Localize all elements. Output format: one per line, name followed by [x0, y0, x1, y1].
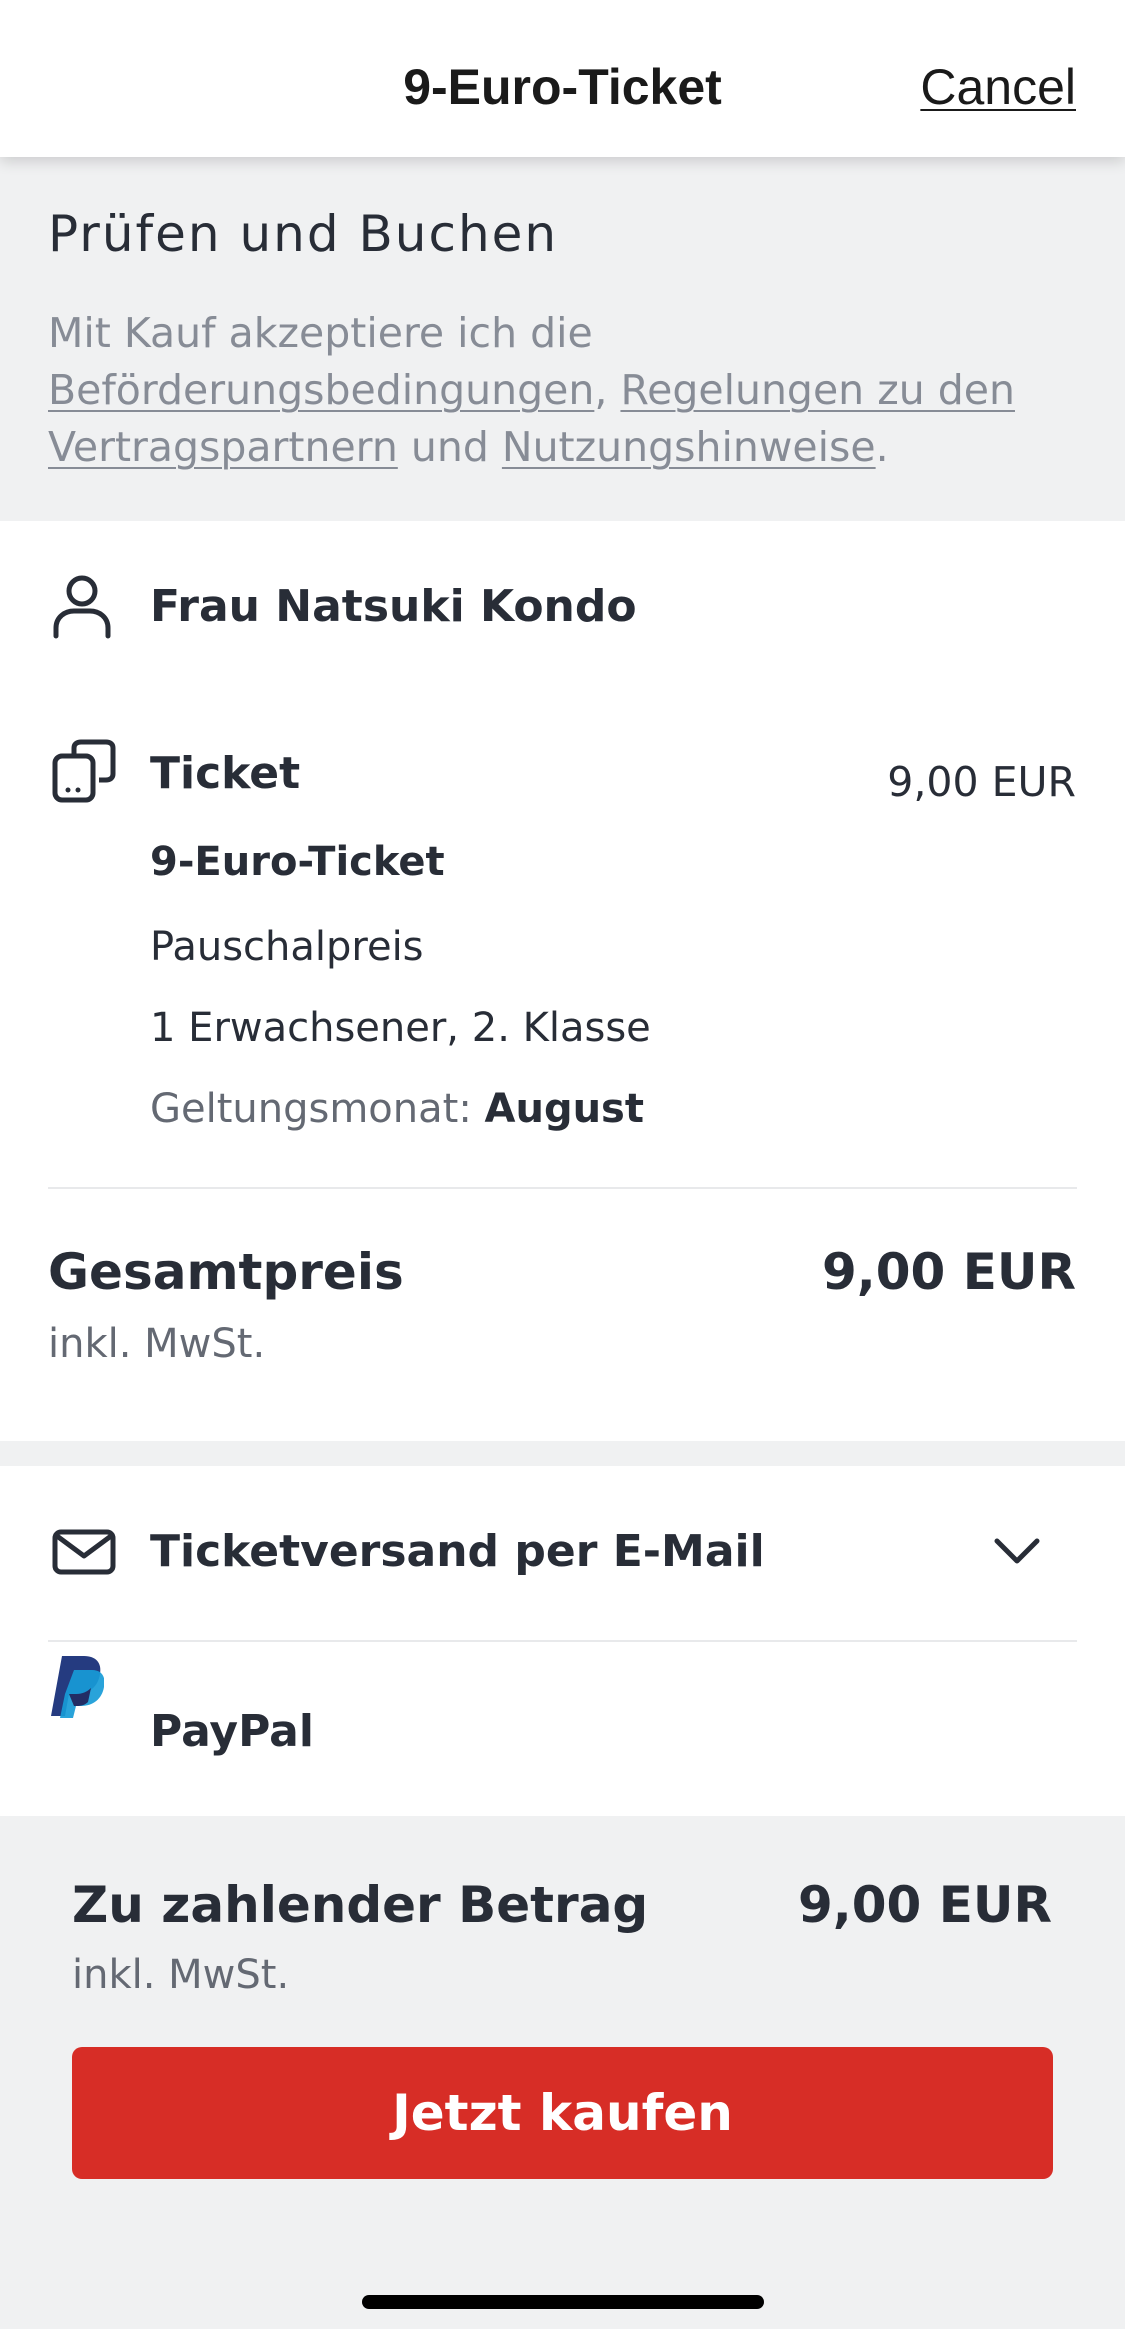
ticket-validity: Geltungsmonat: August: [150, 1086, 644, 1132]
checkout-footer: Zu zahlender Betrag 9,00 EUR inkl. MwSt.…: [0, 1816, 1125, 2329]
devices-icon: [52, 739, 116, 803]
chevron-down-icon[interactable]: [993, 1536, 1041, 1566]
terms-period: .: [875, 423, 889, 471]
terms-comma: ,: [594, 366, 608, 414]
section-heading: Prüfen und Buchen: [48, 205, 559, 263]
buy-now-button[interactable]: Jetzt kaufen: [72, 2047, 1053, 2179]
divider: [48, 1187, 1077, 1189]
delivery-payment-section: Ticketversand per E-Mail PayPal: [0, 1466, 1125, 1816]
amount-vat-note: inkl. MwSt.: [72, 1952, 290, 1998]
passenger-name: Frau Natsuki Kondo: [150, 581, 637, 632]
review-section: Prüfen und Buchen Mit Kauf akzeptiere ic…: [0, 157, 1125, 521]
delivery-option[interactable]: Ticketversand per E-Mail: [0, 1466, 1125, 1640]
terms-and: und: [410, 423, 489, 471]
ticket-label: Ticket: [150, 748, 301, 799]
mail-icon: [52, 1529, 116, 1575]
total-price: 9,00 EUR: [821, 1243, 1076, 1301]
ticket-price: 9,00 EUR: [887, 758, 1076, 806]
total-label: Gesamtpreis: [48, 1243, 404, 1301]
amount-due-value: 9,00 EUR: [797, 1876, 1052, 1934]
ticket-name: 9-Euro-Ticket: [150, 839, 445, 885]
ticket-passengers: 1 Erwachsener, 2. Klasse: [150, 1005, 651, 1051]
person-icon: [53, 575, 111, 639]
usage-link[interactable]: Nutzungshinweise: [502, 423, 876, 471]
checkout-screen: 9-Euro-Ticket Cancel Prüfen und Buchen M…: [0, 0, 1125, 2329]
ticket-fare: Pauschalpreis: [150, 924, 424, 970]
nav-header: 9-Euro-Ticket Cancel: [0, 0, 1125, 157]
conditions-link[interactable]: Beförderungsbedingungen: [48, 366, 594, 414]
booking-summary-card: Frau Natsuki Kondo Ticket 9,00 EUR 9-Eur…: [0, 521, 1125, 1441]
payment-label: PayPal: [150, 1706, 314, 1757]
validity-value: August: [484, 1086, 644, 1132]
delivery-label: Ticketversand per E-Mail: [150, 1526, 765, 1577]
total-vat-note: inkl. MwSt.: [48, 1321, 266, 1367]
cancel-button[interactable]: Cancel: [920, 58, 1076, 116]
paypal-icon: [51, 1656, 104, 1718]
payment-option[interactable]: PayPal: [0, 1642, 1125, 1816]
validity-label: Geltungsmonat:: [150, 1086, 472, 1132]
home-indicator: [362, 2295, 764, 2309]
amount-due-label: Zu zahlender Betrag: [72, 1876, 649, 1934]
terms-text: Mit Kauf akzeptiere ich die Beförderungsb…: [48, 305, 1078, 476]
terms-prefix: Mit Kauf akzeptiere ich die: [48, 309, 593, 357]
